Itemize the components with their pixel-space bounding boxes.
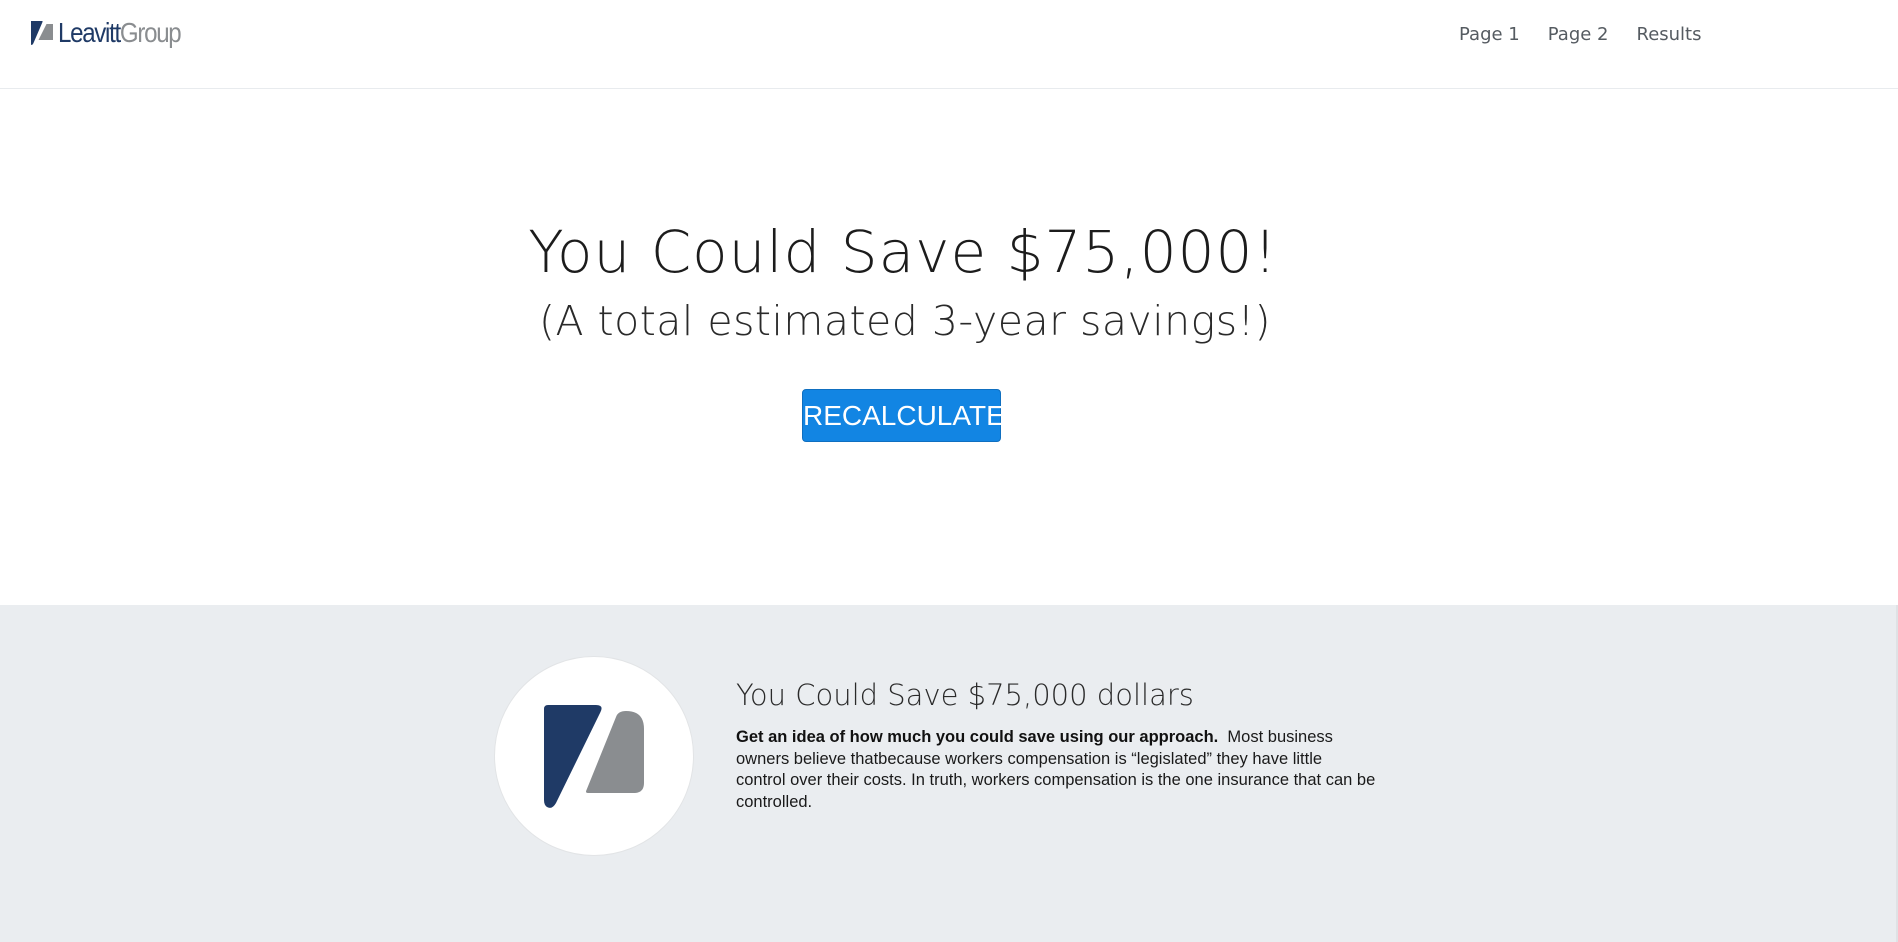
nav-link-page-2[interactable]: Page 2 [1548, 22, 1609, 48]
info-title: You Could Save $75,000 dollars [736, 678, 1194, 712]
hero-title: You Could Save $75,000! [528, 218, 1278, 286]
top-navbar: LeavittGroup Page 1 Page 2 Results [0, 0, 1898, 105]
info-body: Get an idea of how much you could save u… [736, 727, 1376, 813]
info-body-lead: Get an idea of how much you could save u… [736, 728, 1219, 746]
hero-subtitle: (A total estimated 3-year savings!) [538, 297, 1272, 345]
logo-badge [494, 656, 694, 856]
hero-section: You Could Save $75,000! (A total estimat… [0, 89, 1898, 605]
leavitt-logo-icon [31, 21, 53, 45]
nav-link-page-1[interactable]: Page 1 [1459, 22, 1520, 48]
brand-logo-link[interactable]: LeavittGroup [29, 18, 200, 48]
leavitt-logo-icon [544, 705, 644, 808]
main-nav: Page 1 Page 2 Results [1459, 22, 1730, 48]
brand-name-part2: Group [119, 17, 182, 48]
info-section: You Could Save $75,000 dollars Get an id… [0, 605, 1898, 942]
recalculate-button[interactable]: RECALCULATE [802, 389, 1005, 442]
nav-link-results[interactable]: Results [1637, 22, 1702, 48]
brand-name-part1: Leavitt [58, 17, 121, 48]
brand-name: LeavittGroup [58, 17, 182, 48]
